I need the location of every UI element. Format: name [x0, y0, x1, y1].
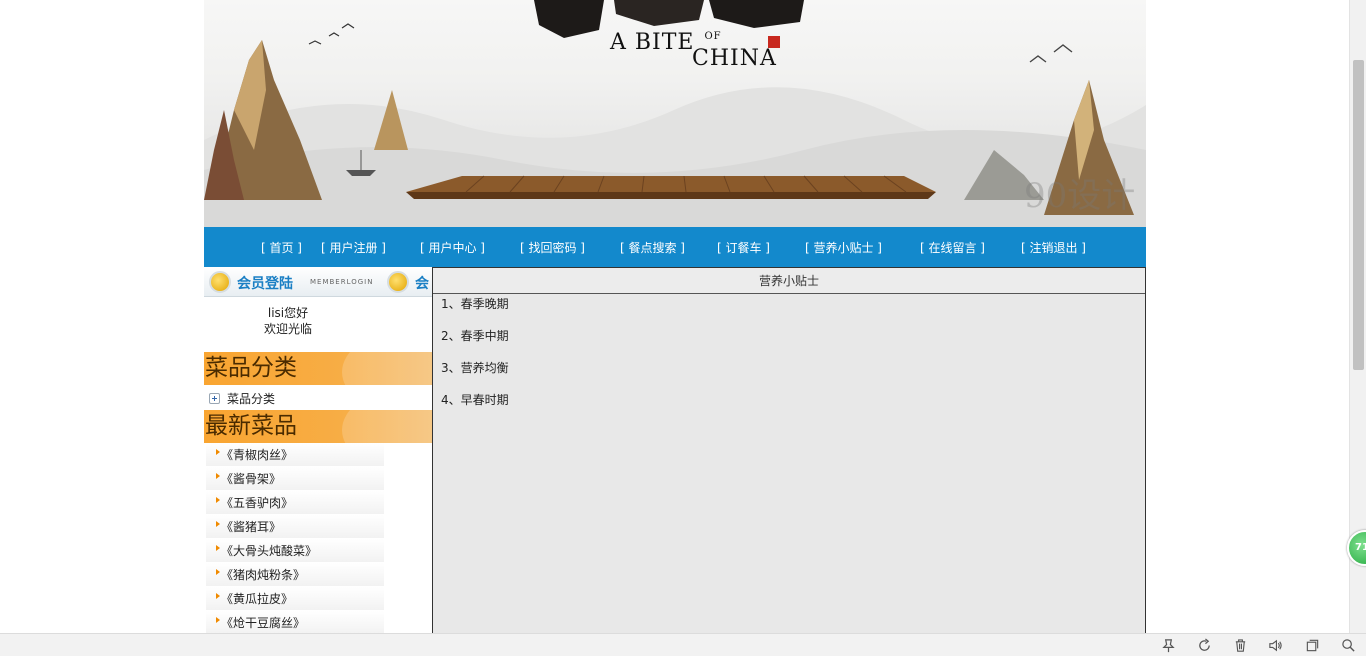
dish-item[interactable]: 《酱猪耳》 [206, 515, 384, 539]
category-heading: 菜品分类 [205, 355, 297, 381]
nav-register[interactable]: [ 用户注册 ] [321, 239, 386, 256]
tip-item[interactable]: 2、春季中期 [441, 328, 1145, 360]
arrow-bullet-icon [216, 617, 220, 623]
window-icon[interactable] [1305, 638, 1320, 653]
arrow-bullet-icon [216, 593, 220, 599]
greeting-user: lisi您好 [267, 306, 309, 320]
latest-dishes-list: 《青椒肉丝》 《酱骨架》 《五香驴肉》 《酱猪耳》 《大骨头炖酸菜》 《猪肉炖粉… [206, 443, 384, 635]
search-icon[interactable] [1341, 638, 1356, 653]
dish-item[interactable]: 《青椒肉丝》 [206, 443, 384, 467]
nav-nutrition-tips[interactable]: [ 营养小贴士 ] [805, 239, 882, 256]
speaker-icon[interactable] [1268, 638, 1283, 653]
tips-list: 1、春季晚期 2、春季中期 3、营养均衡 4、早春时期 [433, 294, 1145, 424]
browser-bottom-bar [0, 633, 1366, 656]
greeting: lisi您好 欢迎光临 [204, 305, 372, 337]
arrow-bullet-icon [216, 473, 220, 479]
arrow-bullet-icon [216, 497, 220, 503]
dish-item[interactable]: 《五香驴肉》 [206, 491, 384, 515]
banner-title: A BITE OF CHINA [610, 30, 777, 71]
dish-name[interactable]: 《青椒肉丝》 [221, 446, 293, 463]
dish-name[interactable]: 《猪肉炖粉条》 [221, 566, 305, 583]
dish-name[interactable]: 《黄瓜拉皮》 [221, 590, 293, 607]
page-container: A BITE OF CHINA 90设计 [ 首页 ] [ 用户注册 ] [ 用… [204, 0, 1146, 635]
nav-logout[interactable]: [ 注销退出 ] [1021, 239, 1086, 256]
member-login-icon [387, 271, 409, 293]
dish-item[interactable]: 《猪肉炖粉条》 [206, 563, 384, 587]
category-tree-item[interactable]: 菜品分类 [204, 387, 432, 409]
arrow-bullet-icon [216, 449, 220, 455]
panel-title: 营养小贴士 [433, 268, 1145, 294]
dish-item[interactable]: 《酱骨架》 [206, 467, 384, 491]
nav-home[interactable]: [ 首页 ] [261, 239, 302, 256]
greeting-welcome: 欢迎光临 [263, 322, 312, 336]
member-login-bar: 会员登陆 MEMBERLOGIN 会 [204, 267, 432, 297]
dish-item[interactable]: 《黄瓜拉皮》 [206, 587, 384, 611]
latest-dishes-heading: 最新菜品 [205, 413, 297, 439]
tip-item[interactable]: 3、营养均衡 [441, 360, 1145, 392]
category-section-header: 菜品分类 [204, 352, 432, 385]
member-login-title-repeat: 会 [415, 276, 429, 292]
nav-meal-search[interactable]: [ 餐点搜索 ] [620, 239, 685, 256]
dish-name[interactable]: 《五香驴肉》 [221, 494, 293, 511]
main-nav: [ 首页 ] [ 用户注册 ] [ 用户中心 ] [ 找回密码 ] [ 餐点搜索… [204, 227, 1146, 267]
refresh-icon[interactable] [1197, 638, 1212, 653]
category-tree-label[interactable]: 菜品分类 [227, 390, 275, 407]
arrow-bullet-icon [216, 521, 220, 527]
banner: A BITE OF CHINA 90设计 [204, 0, 1146, 227]
dish-name[interactable]: 《酱猪耳》 [221, 518, 281, 535]
dish-item[interactable]: 《炝干豆腐丝》 [206, 611, 384, 635]
dish-name[interactable]: 《炝干豆腐丝》 [221, 614, 305, 631]
member-login-icon [209, 271, 231, 293]
dish-name[interactable]: 《酱骨架》 [221, 470, 281, 487]
banner-watermark: 90设计 [1024, 176, 1136, 216]
arrow-bullet-icon [216, 545, 220, 551]
expand-plus-icon[interactable] [209, 392, 220, 404]
member-login-title: 会员登陆 [237, 276, 293, 292]
tip-item[interactable]: 4、早春时期 [441, 392, 1145, 424]
dish-name[interactable]: 《大骨头炖酸菜》 [221, 542, 317, 559]
tip-item[interactable]: 1、春季晚期 [441, 296, 1145, 328]
left-sidebar: 会员登陆 MEMBERLOGIN 会 lisi您好 欢迎光临 菜品分类 菜品分类… [204, 267, 432, 635]
nav-recover-password[interactable]: [ 找回密码 ] [520, 239, 585, 256]
dish-item[interactable]: 《大骨头炖酸菜》 [206, 539, 384, 563]
nav-cart[interactable]: [ 订餐车 ] [717, 239, 770, 256]
member-login-subtitle: MEMBERLOGIN [310, 278, 374, 286]
nav-guestbook[interactable]: [ 在线留言 ] [920, 239, 985, 256]
arrow-bullet-icon [216, 569, 220, 575]
scrollbar-thumb[interactable] [1353, 60, 1364, 370]
latest-dishes-section-header: 最新菜品 [204, 410, 432, 443]
pin-icon[interactable] [1161, 638, 1176, 653]
nutrition-tips-panel: 营养小贴士 1、春季晚期 2、春季中期 3、营养均衡 4、早春时期 [432, 267, 1146, 633]
trash-icon[interactable] [1233, 638, 1248, 653]
nav-user-center[interactable]: [ 用户中心 ] [420, 239, 485, 256]
